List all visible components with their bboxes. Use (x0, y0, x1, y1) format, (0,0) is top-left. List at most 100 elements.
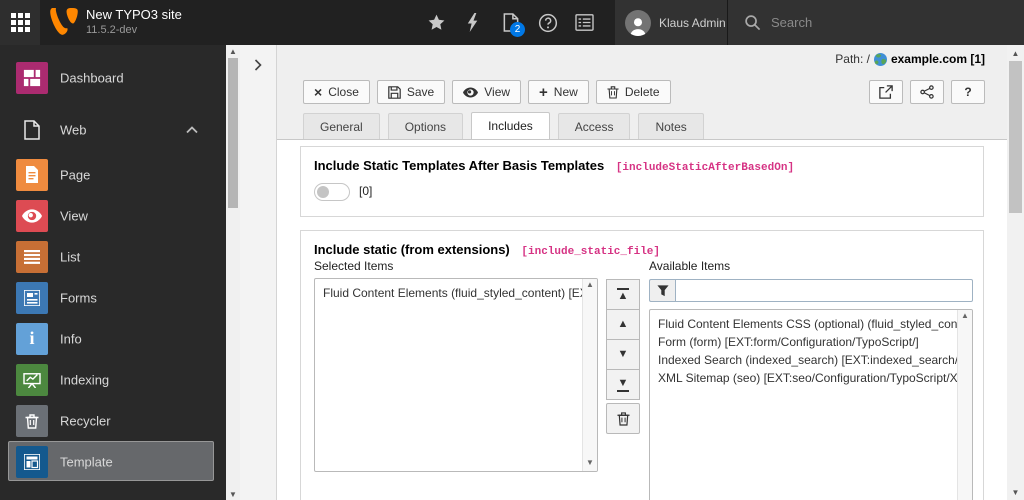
external-link-icon (879, 85, 893, 99)
search-placeholder: Search (771, 15, 813, 30)
delete-button[interactable]: Delete (595, 80, 671, 104)
scroll-down-icon[interactable]: ▼ (1007, 486, 1024, 498)
move-down-icon: ▼ (617, 348, 629, 360)
list-item[interactable]: XML Sitemap (seo) [EXT:seo/Configuration… (650, 369, 957, 387)
field-label: Include static (from extensions) (314, 242, 510, 257)
pagetree-expand-button[interactable] (248, 55, 268, 75)
list-item[interactable]: Fluid Content Elements (fluid_styled_con… (315, 284, 582, 302)
site-title: New TYPO3 site (86, 7, 182, 22)
view-button[interactable]: View (452, 80, 522, 104)
selected-items-label: Selected Items (314, 259, 394, 273)
user-menu-button[interactable]: Klaus Admin (615, 0, 727, 45)
include-static-after-toggle[interactable] (314, 183, 350, 201)
section-include-static-after: Include Static Templates After Basis Tem… (300, 146, 984, 217)
system-info-button[interactable] (566, 0, 603, 45)
sidebar-item-label: List (60, 249, 81, 264)
sidebar-section-web[interactable]: Web (0, 118, 226, 142)
username-label: Klaus Admin (659, 15, 726, 30)
scrollbar-thumb[interactable] (1009, 61, 1022, 213)
tab-notes[interactable]: Notes (638, 113, 704, 139)
list-icon (575, 14, 594, 31)
selected-items-list[interactable]: Fluid Content Elements (fluid_styled_con… (314, 278, 598, 472)
move-down-button[interactable]: ▼ (606, 339, 640, 370)
sidebar-item-info[interactable]: i Info (0, 318, 226, 359)
help-button[interactable]: ? (951, 80, 985, 104)
close-button[interactable]: × Close (303, 80, 370, 104)
scroll-down-icon[interactable]: ▼ (226, 488, 240, 500)
typo3-logo-icon[interactable] (50, 8, 78, 36)
dashboard-icon (16, 62, 48, 94)
content-scrollbar[interactable]: ▲ ▼ (1007, 45, 1024, 500)
available-items-filter (649, 279, 973, 302)
sidebar-item-view[interactable]: View (0, 195, 226, 236)
move-up-icon: ▲ (617, 318, 629, 330)
grid-icon (10, 13, 30, 32)
save-button[interactable]: Save (376, 80, 446, 104)
breadcrumb: Path: / example.com [1] (835, 52, 985, 66)
opendocs-button[interactable]: 2 (492, 0, 529, 45)
scrollbar-thumb[interactable] (228, 58, 238, 208)
scroll-up-icon[interactable]: ▲ (226, 45, 240, 57)
bolt-icon (467, 13, 478, 32)
sidebar-item-list[interactable]: List (0, 236, 226, 277)
sidebar-item-forms[interactable]: Forms (0, 277, 226, 318)
sidebar-item-label: Indexing (60, 372, 110, 387)
open-in-new-window-button[interactable] (869, 80, 903, 104)
tab-includes[interactable]: Includes (471, 112, 550, 139)
move-to-bottom-button[interactable]: ▼ (606, 369, 640, 400)
sidebar-item-page[interactable]: Page (0, 154, 226, 195)
move-up-button[interactable]: ▲ (606, 309, 640, 340)
web-icon (16, 114, 48, 146)
plus-icon: + (539, 83, 548, 101)
view-icon (16, 199, 48, 232)
search-icon (745, 15, 761, 31)
tab-options[interactable]: Options (387, 113, 464, 139)
share-button[interactable] (910, 80, 944, 104)
sidebar-item-indexing[interactable]: Indexing (0, 359, 226, 400)
list-item[interactable]: Fluid Content Elements CSS (optional) (f… (650, 315, 957, 333)
sidebar-item-recycler[interactable]: Recycler (0, 400, 226, 441)
help-menu-button[interactable] (529, 0, 566, 45)
star-icon (428, 14, 445, 30)
move-to-top-button[interactable]: ▲ (606, 279, 640, 310)
bookmark-button[interactable] (418, 0, 455, 45)
list-scrollbar[interactable]: ▲ ▼ (582, 279, 597, 471)
trash-icon (616, 412, 630, 426)
list-item[interactable]: Indexed Search (indexed_search) [EXT:ind… (650, 351, 957, 369)
list-item[interactable]: Form (form) [EXT:form/Configuration/Typo… (650, 333, 957, 351)
scroll-up-icon[interactable]: ▲ (1007, 47, 1024, 59)
share-icon (920, 85, 934, 99)
available-items-list[interactable]: Fluid Content Elements CSS (optional) (f… (649, 309, 973, 500)
module-menu-scrollbar[interactable]: ▲ ▼ (226, 45, 240, 500)
list-scrollbar[interactable]: ▲ ▼ (957, 310, 972, 500)
search-bar[interactable]: Search (727, 0, 1024, 45)
field-code-label: [includeStaticAfterBasedOn] (615, 162, 795, 174)
typo3-version: 11.5.2-dev (86, 24, 138, 36)
sidebar-item-template[interactable]: Template (0, 441, 226, 482)
pagetree-collapsed-strip (240, 45, 277, 500)
tab-access[interactable]: Access (557, 113, 631, 139)
new-button[interactable]: + New (528, 80, 589, 104)
globe-icon (873, 52, 887, 66)
scroll-up-icon[interactable]: ▲ (958, 311, 972, 323)
scroll-up-icon[interactable]: ▲ (583, 280, 597, 292)
field-label: Include Static Templates After Basis Tem… (314, 158, 605, 173)
scroll-down-icon[interactable]: ▼ (583, 458, 597, 470)
docheader-meta-buttons: ? (869, 80, 985, 104)
clear-cache-button[interactable] (455, 0, 492, 45)
remove-item-button[interactable] (606, 403, 640, 434)
filter-icon (656, 284, 669, 296)
page-title: example.com [1] (890, 52, 985, 66)
template-icon (16, 445, 48, 478)
module-menu: Dashboard Web Page View List Forms i Inf… (0, 45, 226, 500)
sidebar-item-label: Forms (60, 290, 97, 305)
sidebar-item-dashboard[interactable]: Dashboard (0, 58, 226, 98)
close-icon: × (314, 84, 323, 100)
tab-general[interactable]: General (303, 113, 380, 139)
move-top-icon: ▲ (617, 287, 629, 302)
question-icon: ? (964, 85, 972, 99)
list-module-icon (16, 240, 48, 273)
toggle-knob (317, 186, 329, 198)
filter-input[interactable] (675, 279, 973, 302)
module-menu-toggle-button[interactable] (0, 0, 40, 45)
